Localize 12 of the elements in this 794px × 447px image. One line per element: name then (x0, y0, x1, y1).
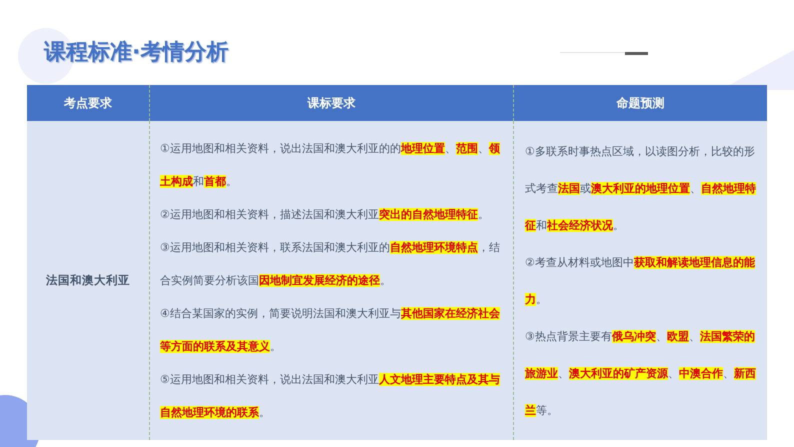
requirement-text: ③运用地图和相关资料，联系法国和澳大利亚的自然地理环境特点，结合实例简要分析该国因地制宜发展经济的途径。 (160, 240, 501, 289)
header-accent-bar (625, 52, 648, 55)
prediction-text: ②考查从材料或地图中获取和解读地理信息的能力。 (525, 254, 756, 308)
prediction-text: ①多联系时事热点区域，以读图分析，比较的形式考查法国或澳大利亚的地理位置、自然地理特征和社会经济状况。 (525, 144, 757, 234)
requirement-text: ④结合某国家的实例，简要说明法国和澳大利亚与其他国家在经济社会等方面的联系及其意义。 (160, 306, 501, 355)
column-header: 课标要求 (149, 85, 513, 121)
column-header: 命题预测 (513, 85, 767, 121)
requirement-text: ⑤运用地图和相关资料，说出法国和澳大利亚人文地理主要特点及其与自然地理环境的联系。 (160, 372, 501, 421)
page-title: 课程标准·考情分析 (44, 39, 228, 67)
table-cell: 法国和澳大利亚 (27, 121, 149, 440)
requirement-text: ②运用地图和相关资料，描述法国和澳大利亚突出的自然地理特征。 (160, 207, 490, 223)
column-header: 考点要求 (27, 85, 149, 121)
